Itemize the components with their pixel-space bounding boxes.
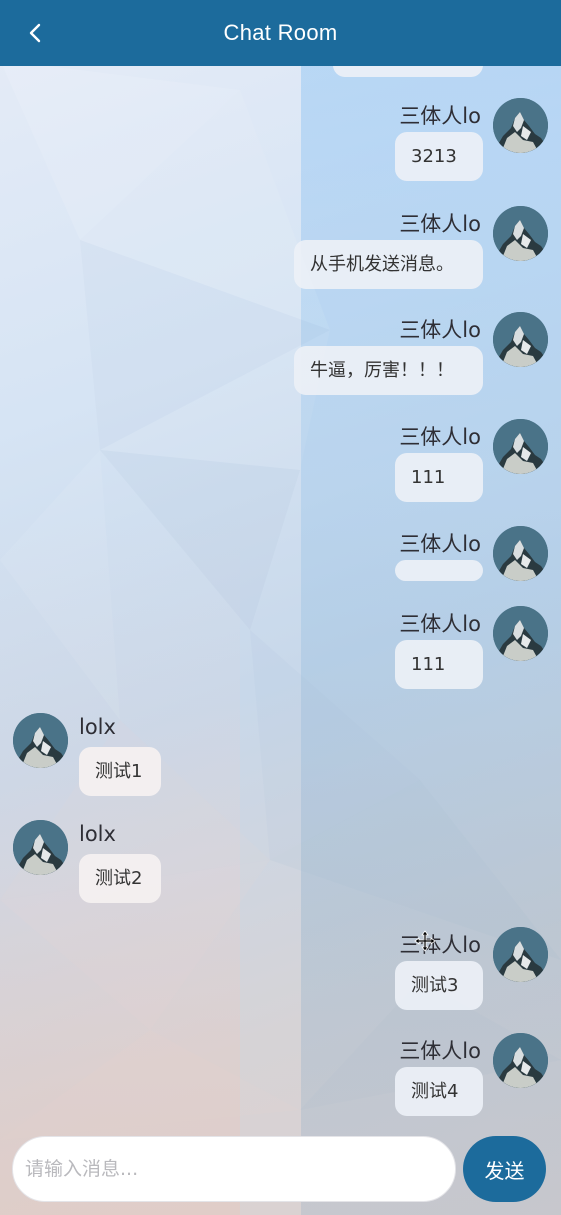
avatar[interactable] bbox=[493, 206, 548, 261]
avatar[interactable] bbox=[493, 1033, 548, 1088]
sender-name: 三体人lo bbox=[399, 212, 481, 236]
message-row: 三体人lo 从手机发送消息。 bbox=[0, 206, 561, 289]
avatar[interactable] bbox=[13, 820, 68, 875]
message-row: 三体人lo 3213 bbox=[0, 98, 561, 181]
sender-name: 三体人lo bbox=[399, 425, 481, 449]
message-row: 三体人lo 111 bbox=[0, 419, 561, 502]
message-row: 三体人lo 111 bbox=[0, 606, 561, 689]
sender-name: 三体人lo bbox=[399, 104, 481, 128]
back-arrow-icon[interactable] bbox=[22, 20, 48, 46]
message-list[interactable]: 三体人lo 3213 三体人lo 从手机发送消息。 三体人lo 牛逼，厉害！！！ 三体人lo… bbox=[0, 66, 561, 1130]
send-button[interactable]: 发送 bbox=[463, 1136, 546, 1202]
avatar[interactable] bbox=[493, 98, 548, 153]
move-cursor-icon bbox=[414, 930, 436, 952]
message-row: lolx 测试2 bbox=[0, 820, 561, 903]
sender-name: 三体人lo bbox=[399, 318, 481, 342]
sender-name: 三体人lo bbox=[399, 933, 481, 957]
avatar[interactable] bbox=[493, 419, 548, 474]
message-row: 三体人lo 测试3 bbox=[0, 927, 561, 1010]
message-bubble[interactable]: 111 bbox=[395, 640, 483, 689]
message-bubble[interactable]: 测试4 bbox=[395, 1067, 483, 1116]
avatar[interactable] bbox=[493, 606, 548, 661]
avatar[interactable] bbox=[13, 713, 68, 768]
message-row: 三体人lo bbox=[0, 526, 561, 596]
sender-name: lolx bbox=[79, 715, 116, 739]
message-input[interactable] bbox=[12, 1136, 456, 1202]
avatar[interactable] bbox=[493, 927, 548, 982]
message-bubble[interactable]: 从手机发送消息。 bbox=[294, 240, 483, 289]
message-bubble[interactable] bbox=[395, 560, 483, 581]
message-bubble[interactable]: 测试1 bbox=[79, 747, 161, 796]
page-title: Chat Room bbox=[223, 20, 338, 45]
sender-name: 三体人lo bbox=[399, 612, 481, 636]
message-bubble[interactable]: 测试2 bbox=[79, 854, 161, 903]
sender-name: lolx bbox=[79, 822, 116, 846]
message-row: 三体人lo 测试4 bbox=[0, 1033, 561, 1116]
message-bubble-previous bbox=[333, 66, 483, 77]
message-bubble[interactable]: 3213 bbox=[395, 132, 483, 181]
message-row: 三体人lo 牛逼，厉害！！！ bbox=[0, 312, 561, 395]
sender-name: 三体人lo bbox=[399, 532, 481, 556]
avatar[interactable] bbox=[493, 526, 548, 581]
input-bar: 发送 bbox=[0, 1130, 561, 1215]
message-bubble[interactable]: 测试3 bbox=[395, 961, 483, 1010]
sender-name: 三体人lo bbox=[399, 1039, 481, 1063]
app-header: Chat Room bbox=[0, 0, 561, 66]
avatar[interactable] bbox=[493, 312, 548, 367]
message-bubble[interactable]: 牛逼，厉害！！！ bbox=[294, 346, 483, 395]
message-row: lolx 测试1 bbox=[0, 713, 561, 796]
message-bubble[interactable]: 111 bbox=[395, 453, 483, 502]
